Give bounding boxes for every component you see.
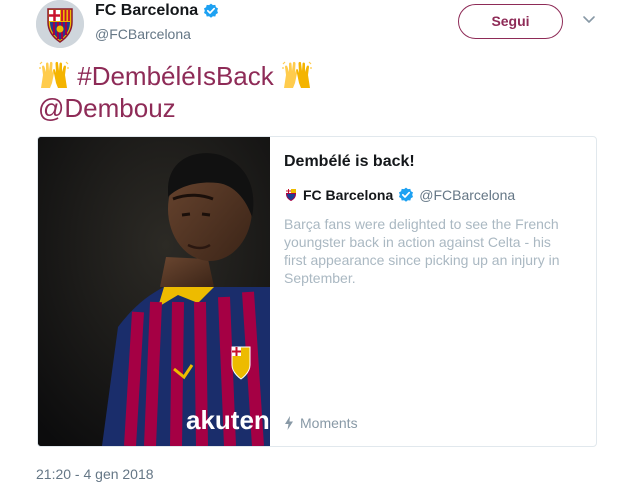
card-title[interactable]: Dembélé is back! <box>284 153 584 171</box>
name-row: FC Barcelona <box>95 2 219 20</box>
moment-card[interactable]: akuten Dembélé is back! FC Barcelona @FC… <box>37 136 597 447</box>
mention-link[interactable]: @Dembouz <box>38 93 176 123</box>
hashtag-link[interactable]: #DembéléIsBack <box>77 61 274 91</box>
card-author-handle[interactable]: @FCBarcelona <box>419 187 515 203</box>
account-handle[interactable]: @FCBarcelona <box>95 26 191 42</box>
follow-button[interactable]: Segui <box>458 4 563 39</box>
card-author: FC Barcelona @FCBarcelona <box>284 187 584 203</box>
player-image: akuten <box>38 137 270 446</box>
timestamp[interactable]: 21:20 - 4 gen 2018 <box>36 466 154 482</box>
tweet-line-1: #DembéléIsBack <box>38 60 313 92</box>
tweet-line-2: @Dembouz <box>38 92 313 124</box>
avatar[interactable] <box>36 0 84 48</box>
raising-hands-emoji <box>282 61 313 88</box>
card-footer: Moments <box>284 415 358 431</box>
card-description: Barça fans were delighted to see the Fre… <box>284 216 560 286</box>
fcb-crest-icon <box>36 0 84 48</box>
card-author-name[interactable]: FC Barcelona <box>303 187 393 203</box>
lightning-bolt-icon <box>285 416 293 430</box>
fcb-crest-icon <box>286 189 296 201</box>
svg-text:akuten: akuten <box>186 405 270 435</box>
moments-label: Moments <box>300 415 358 431</box>
verified-badge-icon <box>399 187 414 202</box>
raising-hands-emoji <box>39 61 69 88</box>
tweet-text: #DembéléIsBack @Dembouz <box>38 60 313 124</box>
display-name[interactable]: FC Barcelona <box>95 2 198 20</box>
tweet-header: FC Barcelona @FCBarcelona Segui <box>36 0 616 50</box>
chevron-down-icon[interactable] <box>582 12 596 26</box>
player-photo: akuten <box>38 137 270 446</box>
verified-badge-icon <box>204 3 219 18</box>
card-body: Dembélé is back! FC Barcelona @FCBarcelo… <box>284 153 584 287</box>
